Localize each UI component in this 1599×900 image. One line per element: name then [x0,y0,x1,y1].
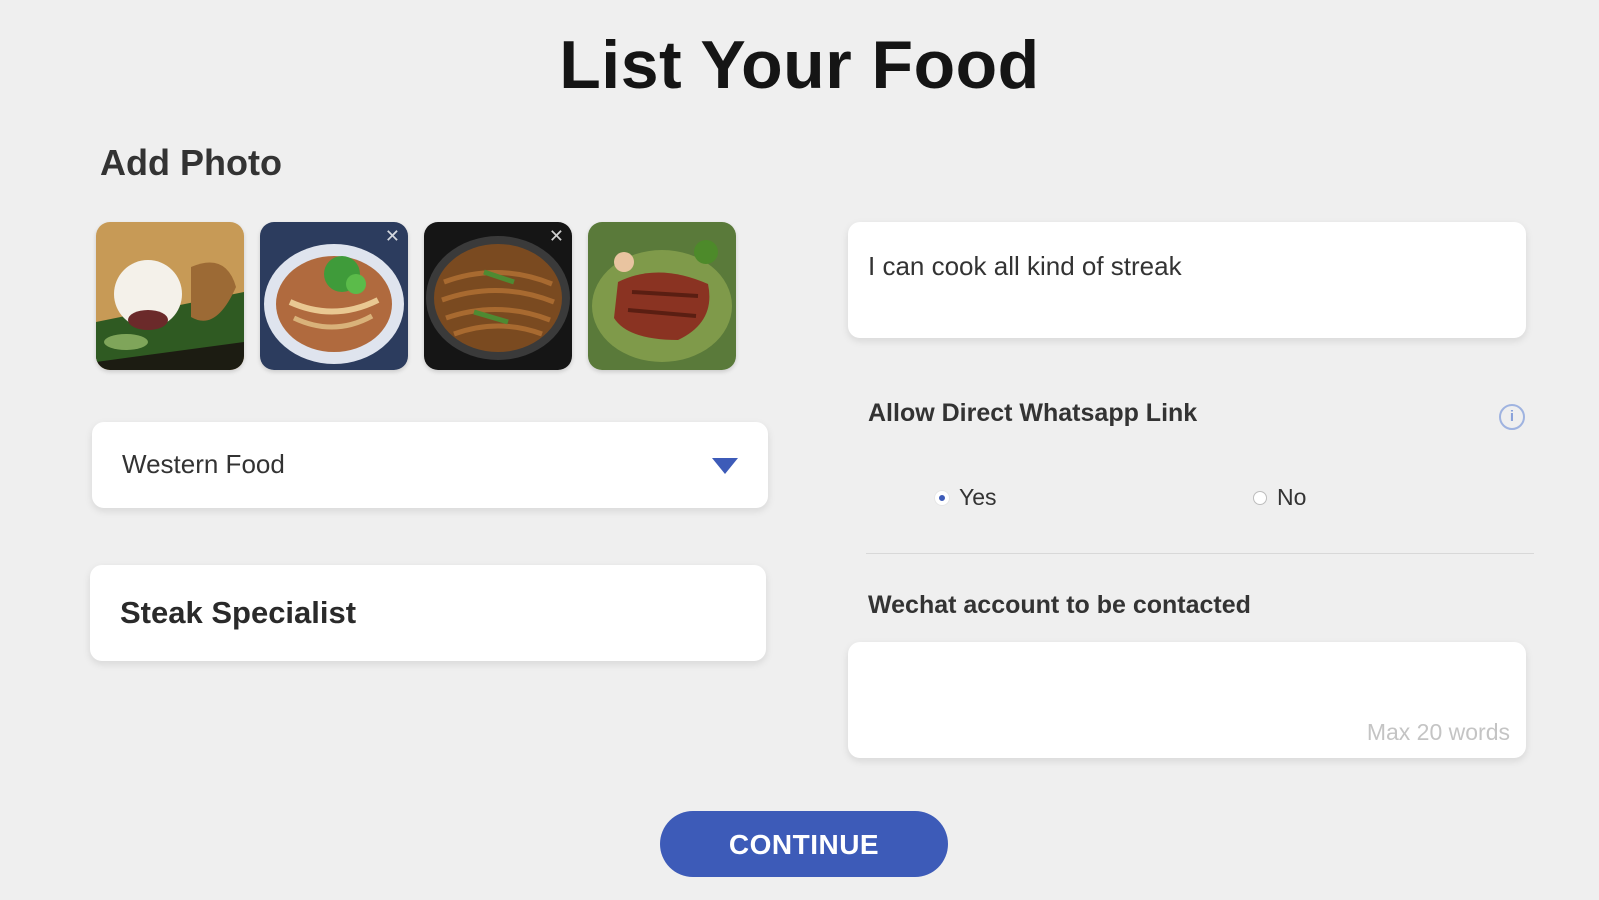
whatsapp-link-label: Allow Direct Whatsapp Link [868,399,1198,427]
photo-gallery: ✕ ✕ [96,222,736,370]
photo-thumbnail-rice[interactable] [96,222,244,370]
continue-button[interactable]: CONTINUE [660,811,948,877]
radio-checked-icon [935,490,949,505]
whatsapp-yes-label: Yes [959,484,997,510]
food-category-select[interactable]: Western Food [92,422,768,508]
food-description-value: I can cook all kind of streak [868,251,1182,281]
photo-thumbnail-fried-noodles[interactable]: ✕ [424,222,572,370]
food-name-field[interactable]: Steak Specialist [90,565,766,661]
wechat-account-input[interactable] [868,660,1502,712]
wechat-account-label: Wechat account to be contacted [868,591,1251,619]
section-divider [866,553,1534,554]
wechat-account-field[interactable]: Max 20 words [848,642,1526,758]
info-icon[interactable]: i [1499,404,1525,430]
remove-photo-icon[interactable]: ✕ [549,226,564,247]
remove-photo-icon[interactable]: ✕ [385,226,400,247]
radio-unchecked-icon [1253,490,1267,505]
food-description-field[interactable]: I can cook all kind of streak [848,222,1526,338]
food-category-value: Western Food [122,449,285,479]
chevron-down-icon [712,458,738,474]
page-title: List Your Food [559,27,1040,103]
photo-thumbnail-grilled-meat[interactable] [588,222,736,370]
whatsapp-no-label: No [1277,484,1307,510]
add-photo-label: Add Photo [100,142,282,183]
food-name-value: Steak Specialist [120,595,357,630]
word-limit-hint: Max 20 words [1366,719,1510,745]
whatsapp-no-radio[interactable]: No [1253,484,1306,511]
photo-thumbnail-noodle-soup[interactable]: ✕ [260,222,408,370]
whatsapp-yes-radio[interactable]: Yes [935,484,997,511]
